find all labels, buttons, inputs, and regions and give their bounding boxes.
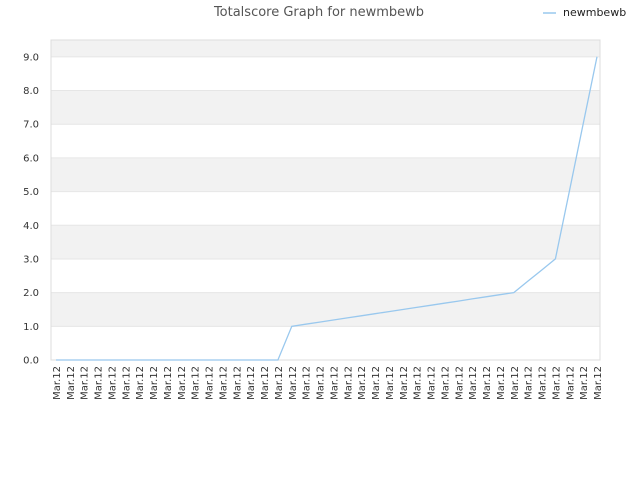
grid-band bbox=[51, 157, 600, 192]
grid-band bbox=[51, 124, 600, 158]
x-tick-label: Mar.12 bbox=[232, 366, 243, 400]
y-tick-label: 8.0 bbox=[23, 86, 39, 97]
x-tick-label: Mar.12 bbox=[399, 366, 410, 400]
x-tick-label: Mar.12 bbox=[482, 366, 493, 400]
y-tick-label: 6.0 bbox=[23, 153, 39, 164]
chart-title: Totalscore Graph for newmbewb bbox=[213, 5, 424, 20]
x-tick-label: Mar.12 bbox=[274, 366, 285, 400]
x-tick-label: Mar.12 bbox=[468, 366, 479, 400]
grid-band bbox=[51, 191, 600, 226]
x-tick-label: Mar.12 bbox=[524, 366, 535, 400]
x-tick-label: Mar.12 bbox=[316, 366, 327, 400]
x-tick-label: Mar.12 bbox=[371, 366, 382, 400]
x-tick-label: Mar.12 bbox=[107, 366, 118, 400]
x-tick-label: Mar.12 bbox=[80, 366, 91, 400]
x-tick-label: Mar.12 bbox=[551, 366, 562, 400]
x-tick-label: Mar.12 bbox=[593, 366, 604, 400]
x-tick-label: Mar.12 bbox=[538, 366, 549, 400]
x-tick-label: Mar.12 bbox=[66, 366, 77, 400]
x-tick-label: Mar.12 bbox=[191, 366, 202, 400]
x-tick-label: Mar.12 bbox=[357, 366, 368, 400]
grid-band bbox=[51, 56, 600, 91]
grid-band bbox=[51, 90, 600, 125]
grid-band bbox=[51, 326, 600, 360]
x-tick-label: Mar.12 bbox=[454, 366, 465, 400]
x-tick-label: Mar.12 bbox=[302, 366, 313, 400]
x-tick-label: Mar.12 bbox=[121, 366, 132, 400]
y-tick-label: 9.0 bbox=[23, 52, 39, 63]
x-tick-label: Mar.12 bbox=[510, 366, 521, 400]
line-chart: 0.01.02.03.04.05.06.07.08.09.0 Mar.12 Mar… bbox=[23, 5, 626, 400]
plot-background-bands bbox=[51, 40, 600, 361]
y-tick-label: 4.0 bbox=[23, 221, 39, 232]
y-axis: 0.0 1.0 2.0 3.0 4.0 5.0 6.0 7.0 8.0 9.0 bbox=[23, 52, 39, 366]
legend: newmbewb bbox=[543, 6, 626, 19]
x-tick-label: Mar.12 bbox=[135, 366, 146, 400]
y-tick-label: 0.0 bbox=[23, 356, 39, 367]
x-tick-label: Mar.12 bbox=[149, 366, 160, 400]
y-tick-label: 1.0 bbox=[23, 322, 39, 333]
x-tick-label: Mar.12 bbox=[427, 366, 438, 400]
x-tick-label: Mar.12 bbox=[579, 366, 590, 400]
grid-band bbox=[51, 40, 600, 57]
legend-label: newmbewb bbox=[563, 6, 626, 19]
y-tick-label: 3.0 bbox=[23, 254, 39, 265]
x-tick-label: Mar.12 bbox=[218, 366, 229, 400]
x-tick-label: Mar.12 bbox=[288, 366, 299, 400]
x-tick-label: Mar.12 bbox=[52, 366, 63, 400]
y-tick-label: 5.0 bbox=[23, 187, 39, 198]
x-tick-label: Mar.12 bbox=[413, 366, 424, 400]
x-tick-label: Mar.12 bbox=[246, 366, 257, 400]
x-tick-label: Mar.12 bbox=[385, 366, 396, 400]
y-tick-label: 7.0 bbox=[23, 120, 39, 131]
x-tick-label: Mar.12 bbox=[343, 366, 354, 400]
x-tick-label: Mar.12 bbox=[177, 366, 188, 400]
x-tick-label: Mar.12 bbox=[565, 366, 576, 400]
x-tick-label: Mar.12 bbox=[496, 366, 507, 400]
x-axis: Mar.12 Mar.12 Mar.12 Mar.12 Mar.12 Mar.12 Mar.… bbox=[52, 366, 604, 400]
x-tick-label: Mar.12 bbox=[94, 366, 105, 400]
x-tick-label: Mar.12 bbox=[329, 366, 340, 400]
grid-band bbox=[51, 258, 600, 293]
grid-band bbox=[51, 225, 600, 259]
x-tick-label: Mar.12 bbox=[440, 366, 451, 400]
x-tick-label: Mar.12 bbox=[163, 366, 174, 400]
x-tick-label: Mar.12 bbox=[205, 366, 216, 400]
y-tick-label: 2.0 bbox=[23, 288, 39, 299]
x-tick-label: Mar.12 bbox=[260, 366, 271, 400]
